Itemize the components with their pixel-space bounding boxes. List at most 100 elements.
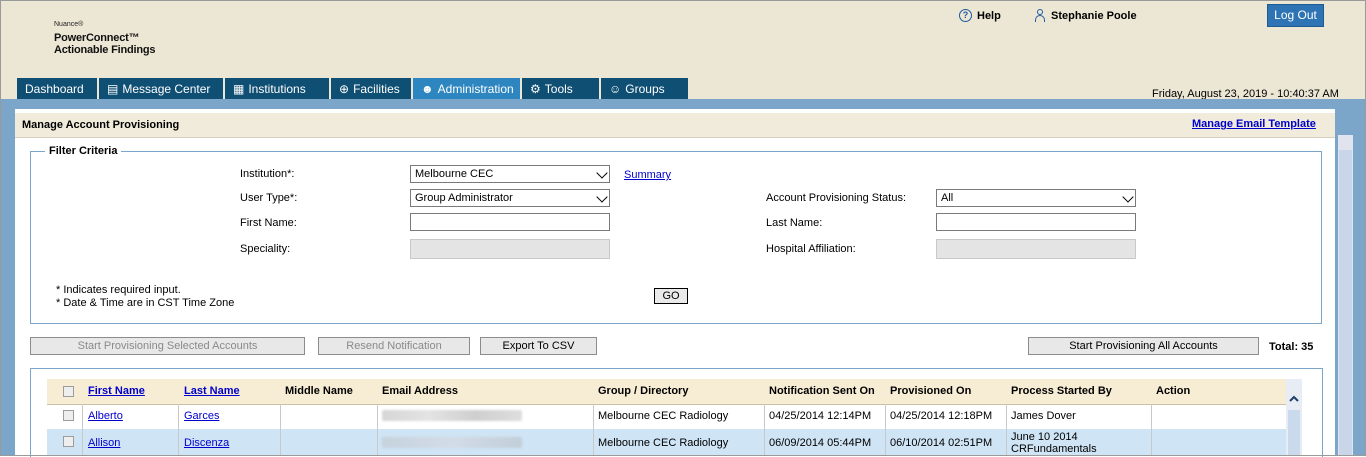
hospital-affiliation-input <box>936 239 1136 259</box>
content-left-bar <box>1 109 15 455</box>
main-tabs: Dashboard ▤ Message Center ▦ Institution… <box>17 78 690 100</box>
tab-message-center-label: Message Center <box>122 82 211 96</box>
speciality-label: Speciality: <box>240 243 291 255</box>
brand-line-1: PowerConnect™ <box>54 32 140 44</box>
brand-small: Nuance® <box>54 21 84 28</box>
col-divider <box>1151 404 1152 456</box>
row-provisioned: 06/10/2014 02:51PM <box>890 437 993 449</box>
row-notified: 06/09/2014 05:44PM <box>769 437 872 449</box>
col-divider <box>178 404 179 456</box>
col-divider <box>593 404 594 456</box>
col-process-started-by: Process Started By <box>1011 385 1112 397</box>
tab-facilities[interactable]: ⊕ Facilities <box>331 78 411 100</box>
tab-message-center[interactable]: ▤ Message Center <box>99 78 223 100</box>
row-last-name-link[interactable]: Discenza <box>184 437 229 449</box>
email-redacted <box>382 437 522 448</box>
help-icon: ? <box>959 9 972 22</box>
row-checkbox[interactable] <box>63 410 74 421</box>
col-divider <box>280 404 281 456</box>
institution-select[interactable]: Melbourne CEC <box>410 165 610 183</box>
col-group-directory: Group / Directory <box>598 385 689 397</box>
tab-facilities-label: Facilities <box>353 82 400 96</box>
col-divider <box>377 404 378 456</box>
speciality-input <box>410 239 610 259</box>
plus-circle-icon: ⊕ <box>339 82 350 96</box>
row-started-by: James Dover <box>1011 410 1076 422</box>
manage-email-template-link[interactable]: Manage Email Template <box>1192 118 1316 130</box>
last-name-input[interactable] <box>936 213 1136 231</box>
row-started-by-detail: CRFundamentals <box>1011 443 1097 455</box>
admin-user-icon: ☻ <box>421 82 434 96</box>
tab-groups[interactable]: ☺ Groups <box>601 78 688 100</box>
last-name-label: Last Name: <box>766 217 823 229</box>
institution-select-value: Melbourne CEC <box>415 168 494 180</box>
col-first-name[interactable]: First Name <box>88 385 145 397</box>
status-select-value: All <box>941 192 954 204</box>
start-provisioning-all-button[interactable]: Start Provisioning All Accounts <box>1028 337 1259 355</box>
go-button[interactable]: GO <box>654 288 688 304</box>
select-all-checkbox[interactable] <box>63 386 74 397</box>
hospital-affiliation-label: Hospital Affiliation: <box>766 243 856 255</box>
col-divider <box>764 404 765 456</box>
message-icon: ▤ <box>107 82 119 96</box>
tab-tools-label: Tools <box>544 82 573 96</box>
logout-button[interactable]: Log Out <box>1267 4 1324 27</box>
total-count: Total: 35 <box>1269 341 1314 353</box>
tab-administration-label: Administration <box>437 82 514 96</box>
col-divider <box>1006 404 1007 456</box>
row-checkbox[interactable] <box>63 436 74 447</box>
col-action: Action <box>1156 385 1191 397</box>
chevron-down-icon <box>596 191 608 203</box>
timezone-note: * Date & Time are in CST Time Zone <box>56 297 235 309</box>
status-label: Account Provisioning Status: <box>766 192 907 204</box>
tab-institutions-label: Institutions <box>248 82 306 96</box>
institution-label: Institution*: <box>240 168 295 180</box>
row-first-name-link[interactable]: Allison <box>88 437 120 449</box>
building-icon: ▦ <box>233 82 245 96</box>
user-menu[interactable]: Stephanie Poole <box>1034 9 1137 22</box>
required-note: * Indicates required input. <box>56 284 181 296</box>
first-name-input[interactable] <box>410 213 610 231</box>
grid-scrollbar-thumb[interactable] <box>1288 410 1300 456</box>
resend-notification-button[interactable]: Resend Notification <box>318 337 470 355</box>
col-provisioned-on: Provisioned On <box>890 385 972 397</box>
chevron-down-icon <box>1122 191 1134 203</box>
col-email: Email Address <box>382 385 459 397</box>
help-label: Help <box>977 9 1001 22</box>
tab-tools[interactable]: ⚙ Tools <box>522 78 599 100</box>
export-csv-button[interactable]: Export To CSV <box>480 337 597 355</box>
row-notified: 04/25/2014 12:14PM <box>769 410 872 422</box>
col-divider <box>82 404 83 456</box>
row-group: Melbourne CEC Radiology <box>598 437 729 449</box>
user-type-label: User Type*: <box>240 192 298 204</box>
brand-line-2: Actionable Findings <box>54 44 156 56</box>
page-title: Manage Account Provisioning <box>22 119 180 131</box>
tab-administration[interactable]: ☻ Administration <box>413 78 520 100</box>
tab-dashboard[interactable]: Dashboard <box>17 78 97 100</box>
group-icon: ☺ <box>609 82 622 96</box>
row-first-name-link[interactable]: Alberto <box>88 410 123 422</box>
row-started-by: June 10 2014 <box>1011 431 1078 443</box>
start-provisioning-selected-button[interactable]: Start Provisioning Selected Accounts <box>30 337 305 355</box>
col-middle-name: Middle Name <box>285 385 353 397</box>
row-last-name-link[interactable]: Garces <box>184 410 219 422</box>
gears-icon: ⚙ <box>530 82 541 96</box>
tab-groups-label: Groups <box>625 82 665 96</box>
status-select[interactable]: All <box>936 189 1136 207</box>
user-type-select-value: Group Administrator <box>415 192 513 204</box>
row-group: Melbourne CEC Radiology <box>598 410 729 422</box>
panel-header <box>15 113 1335 138</box>
tab-institutions[interactable]: ▦ Institutions <box>225 78 329 100</box>
user-type-select[interactable]: Group Administrator <box>410 189 610 207</box>
user-name: Stephanie Poole <box>1051 9 1137 22</box>
first-name-label: First Name: <box>240 217 297 229</box>
summary-link[interactable]: Summary <box>624 169 671 181</box>
chevron-down-icon <box>596 167 608 179</box>
col-last-name[interactable]: Last Name <box>184 385 240 397</box>
col-divider <box>885 404 886 456</box>
page-scrollbar-thumb[interactable] <box>1339 150 1352 455</box>
help-link[interactable]: ? Help <box>959 9 1001 22</box>
chevron-up-icon[interactable] <box>1287 392 1301 406</box>
col-notification-sent: Notification Sent On <box>769 385 875 397</box>
email-redacted <box>382 410 522 421</box>
